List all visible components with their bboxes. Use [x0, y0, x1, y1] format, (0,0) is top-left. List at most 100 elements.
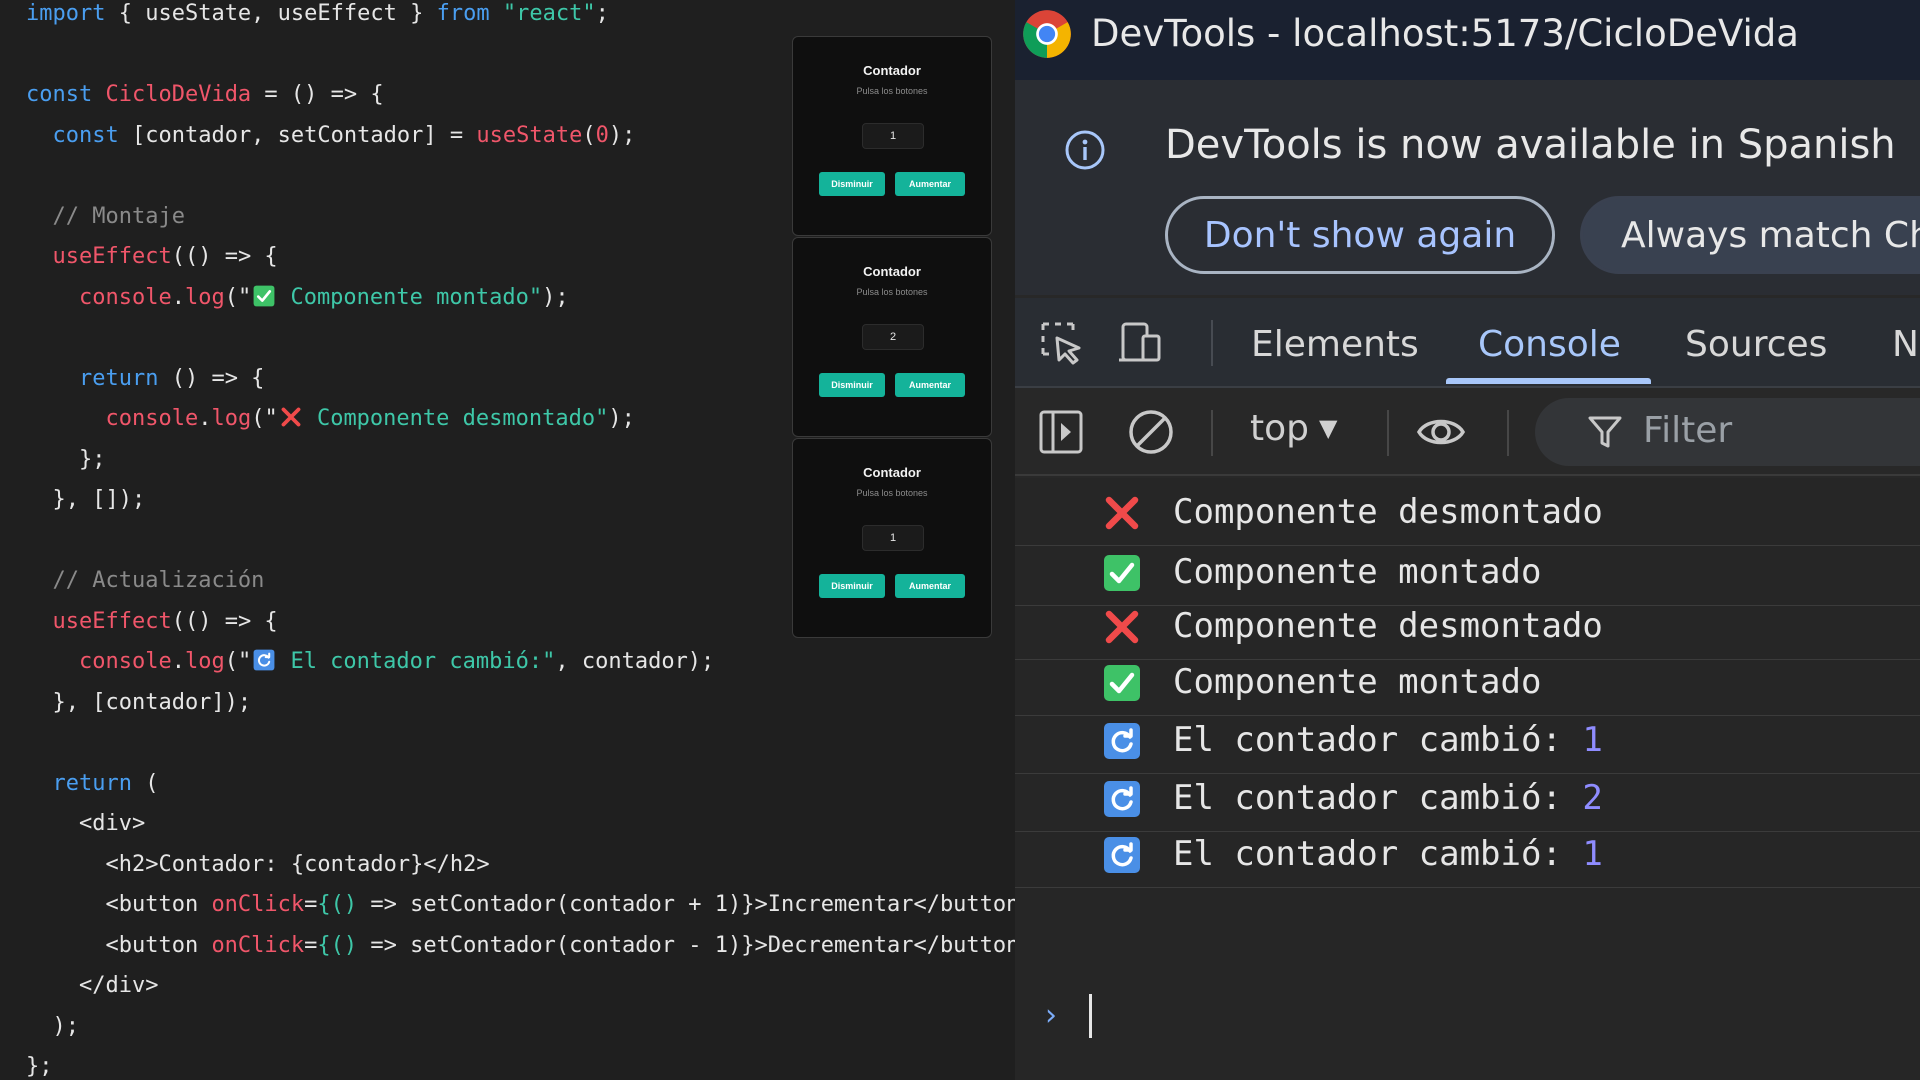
- console-log-text: Componente montado: [1173, 552, 1541, 592]
- info-icon: [1065, 130, 1105, 170]
- code-token: (": [224, 284, 252, 310]
- code-token: return: [52, 770, 132, 796]
- code-token: 0: [595, 122, 609, 148]
- code-token: );: [608, 406, 635, 431]
- code-token: console: [78, 649, 172, 674]
- log-message: Componente montado: [1173, 552, 1542, 592]
- code-token: console: [105, 406, 199, 431]
- clear-console-icon[interactable]: [1125, 406, 1177, 458]
- cross-icon: [1103, 608, 1141, 646]
- tab-sources[interactable]: Sources: [1685, 324, 1827, 365]
- refresh-icon: [1103, 780, 1141, 818]
- console-output[interactable]: › Componente desmontado Componente montad…: [1015, 478, 1920, 1080]
- toolbar-separator: [1507, 410, 1509, 456]
- code-token: );: [608, 122, 636, 148]
- filter-placeholder: Filter: [1643, 410, 1733, 451]
- contador-card: Contador Pulsa los botones 1 Disminuir A…: [792, 438, 992, 638]
- code-token: useEffect: [52, 244, 172, 269]
- code-token: =: [304, 932, 318, 958]
- code-token: log: [211, 406, 252, 431]
- console-log-row[interactable]: Componente desmontado: [1015, 478, 1920, 546]
- code-line[interactable]: <button onClick={() => setContador(conta…: [26, 932, 1015, 973]
- live-expression-eye-icon[interactable]: [1415, 406, 1467, 458]
- code-line[interactable]: </div>: [26, 972, 1015, 1013]
- code-token: .: [171, 284, 185, 310]
- code-token: }, []);: [26, 487, 146, 512]
- contador-card: Contador Pulsa los botones 1 Disminuir A…: [792, 36, 992, 236]
- context-selector[interactable]: top ▼: [1250, 408, 1337, 449]
- sidebar-toggle-icon[interactable]: [1035, 406, 1087, 458]
- code-token: </div>: [26, 973, 159, 998]
- log-message: El contador cambió:: [1173, 834, 1583, 874]
- console-log-text: El contador cambió: 2: [1173, 778, 1603, 818]
- console-input-cursor[interactable]: [1089, 994, 1092, 1038]
- code-token: [contador, setContador] =: [118, 122, 477, 148]
- tab-console[interactable]: Console: [1478, 324, 1621, 365]
- devtools-tabbar: Elements Console Sources N: [1015, 298, 1920, 388]
- code-token: useState: [476, 122, 583, 148]
- code-line[interactable]: <button onClick={() => setContador(conta…: [26, 891, 1015, 932]
- code-token: El contador cambió:": [277, 649, 556, 674]
- code-line[interactable]: import { useState, useEffect } from "rea…: [26, 0, 1015, 41]
- code-token: () => {: [158, 365, 265, 391]
- code-line[interactable]: };: [26, 1053, 1015, 1080]
- filter-icon: [1588, 416, 1622, 448]
- code-token: console: [78, 284, 172, 310]
- increase-button[interactable]: Aumentar: [895, 172, 965, 196]
- tab-more[interactable]: N: [1892, 324, 1919, 365]
- console-log-text: Componente montado: [1173, 662, 1541, 702]
- card-subtitle: Pulsa los botones: [856, 488, 928, 498]
- window-titlebar[interactable]: DevTools - localhost:5173/CicloDeVida: [1015, 0, 1920, 80]
- code-token: from: [436, 1, 490, 26]
- card-subtitle: Pulsa los botones: [856, 287, 928, 297]
- code-line[interactable]: return (: [26, 770, 1015, 811]
- decrease-button[interactable]: Disminuir: [819, 373, 885, 397]
- decrease-button[interactable]: Disminuir: [819, 574, 885, 598]
- code-token: };: [26, 1054, 53, 1079]
- device-toolbar-icon[interactable]: [1115, 316, 1167, 368]
- contador-card: Contador Pulsa los botones 2 Disminuir A…: [792, 237, 992, 437]
- context-value: top: [1250, 408, 1309, 449]
- console-filter-input[interactable]: Filter: [1535, 398, 1920, 466]
- code-token: (: [582, 122, 596, 148]
- code-editor[interactable]: import { useState, useEffect } from "rea…: [0, 0, 1015, 1080]
- console-prompt-icon: ›: [1045, 998, 1057, 1033]
- always-match-language-button[interactable]: Always match Ch: [1580, 196, 1920, 274]
- tab-elements[interactable]: Elements: [1251, 324, 1419, 365]
- code-line[interactable]: [26, 729, 1015, 770]
- code-line[interactable]: console.log(" El contador cambió:", cont…: [26, 648, 1015, 689]
- tab-separator: [1211, 320, 1213, 366]
- toolbar-separator: [1387, 410, 1389, 456]
- code-line[interactable]: );: [26, 1013, 1015, 1054]
- code-token: => setContador(contador - 1)}>Decrementa…: [357, 932, 1015, 958]
- code-token: Componente desmontado": [303, 406, 609, 431]
- increase-button[interactable]: Aumentar: [895, 574, 965, 598]
- code-token: .: [198, 406, 212, 431]
- card-value: 1: [862, 525, 924, 551]
- log-number-value: 2: [1582, 778, 1603, 818]
- code-token: const: [52, 122, 119, 148]
- log-number-value: 1: [1582, 834, 1603, 874]
- card-title: Contador: [863, 465, 921, 480]
- code-token: (: [131, 770, 159, 796]
- card-buttons: Disminuir Aumentar: [819, 172, 965, 196]
- language-notice-banner: DevTools is now available in Spanish Don…: [1015, 80, 1920, 295]
- dont-show-again-button[interactable]: Don't show again: [1165, 196, 1555, 274]
- code-line[interactable]: <h2>Contador: {contador}</h2>: [26, 851, 1015, 892]
- code-line[interactable]: }, [contador]);: [26, 689, 1015, 730]
- code-token: (() => {: [171, 244, 278, 269]
- inspect-element-icon[interactable]: [1035, 316, 1087, 368]
- code-line[interactable]: <div>: [26, 810, 1015, 851]
- check-icon: [253, 285, 275, 307]
- increase-button[interactable]: Aumentar: [895, 373, 965, 397]
- log-message: Componente desmontado: [1173, 606, 1603, 646]
- console-log-row[interactable]: El contador cambió: 1: [1015, 820, 1920, 888]
- code-token: useEffect: [52, 608, 172, 634]
- code-token: ;: [595, 1, 609, 26]
- decrease-button[interactable]: Disminuir: [819, 172, 885, 196]
